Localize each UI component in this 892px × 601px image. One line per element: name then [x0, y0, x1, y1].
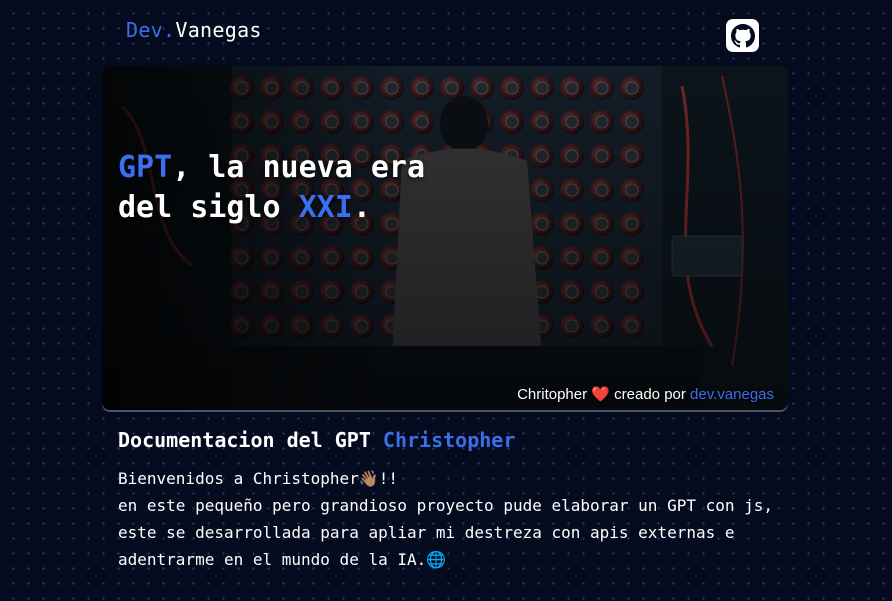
doc-title-accent: Christopher: [382, 428, 516, 452]
brand-logo[interactable]: Dev.Vanegas: [126, 18, 262, 42]
hero-title-xxi: XXI: [298, 190, 353, 225]
brand-name: Vanegas: [175, 18, 262, 42]
doc-title: Documentacion del GPT Christopher: [118, 428, 515, 452]
doc-line-welcome: Bienvenidos a Christopher👋🏽!!: [118, 469, 399, 488]
github-link-button[interactable]: [726, 19, 759, 52]
credit-middle: creado por: [614, 386, 686, 403]
hero-title-line2-end: .: [352, 190, 371, 225]
hero-title-line1: , la nueva era: [172, 150, 426, 185]
github-icon: [730, 23, 755, 47]
hero-background-image: [102, 66, 788, 410]
credit-link[interactable]: dev.vanegas: [690, 386, 774, 403]
doc-title-start: Documentacion del GPT: [118, 428, 383, 452]
heart-icon: ❤️: [591, 386, 610, 403]
doc-line-description: en este pequeño pero grandioso proyecto …: [118, 496, 774, 569]
hero-credit: Chritopher ❤️ creado por dev.vanegas: [517, 385, 774, 403]
hero-title-line2-start: del siglo: [118, 190, 299, 225]
credit-name: Chritopher: [517, 386, 588, 403]
hero-title: GPT, la nueva era del siglo XXI.: [118, 148, 425, 228]
doc-body: Bienvenidos a Christopher👋🏽!! en este pe…: [118, 465, 778, 573]
hero-title-gpt: GPT: [118, 150, 173, 185]
hero-banner: GPT, la nueva era del siglo XXI. Chritop…: [102, 66, 788, 410]
brand-prefix: Dev.: [126, 18, 176, 42]
